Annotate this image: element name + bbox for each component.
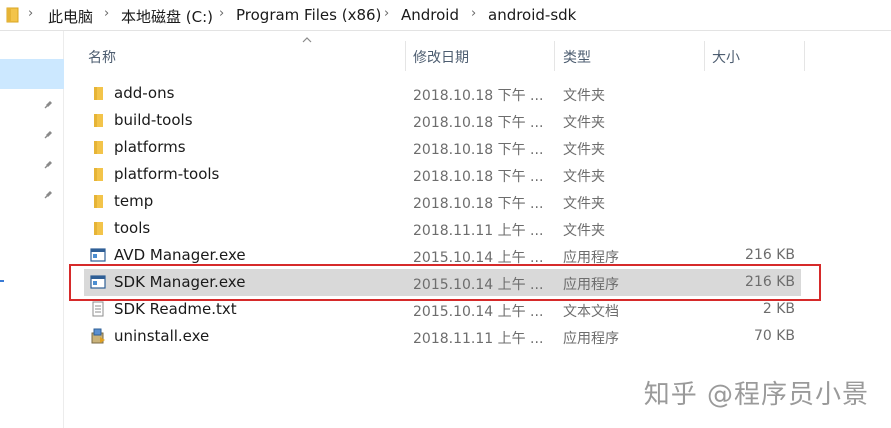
file-name: build-tools <box>114 111 193 129</box>
file-size: 70 KB <box>753 328 795 344</box>
folder-icon <box>94 222 103 235</box>
file-type: 文件夹 <box>563 223 605 239</box>
file-date: 2018.11.11 上午 ... <box>413 331 544 347</box>
file-row-platform-tools[interactable]: platform-tools 2018.10.18 下午 ... 文件夹 <box>84 161 801 188</box>
file-size: 216 KB <box>745 274 795 290</box>
file-name: SDK Readme.txt <box>114 300 237 318</box>
breadcrumb-android-sdk[interactable]: android-sdk <box>488 6 576 24</box>
navigation-pane[interactable] <box>0 31 64 428</box>
chevron-right-icon: › <box>28 6 34 21</box>
breadcrumb-local-disk[interactable]: 本地磁盘 (C:) <box>121 6 213 27</box>
file-date: 2018.10.18 下午 ... <box>413 142 544 158</box>
file-type: 文件夹 <box>563 169 605 185</box>
file-name: add-ons <box>114 84 175 102</box>
column-divider[interactable] <box>704 41 705 71</box>
nav-selected-item[interactable] <box>0 59 64 89</box>
file-name: SDK Manager.exe <box>114 273 246 291</box>
column-divider[interactable] <box>405 41 406 71</box>
file-name: platforms <box>114 138 186 156</box>
column-divider[interactable] <box>804 41 805 71</box>
folder-icon <box>94 114 103 127</box>
file-type: 文件夹 <box>563 115 605 131</box>
chevron-right-icon: › <box>219 6 225 21</box>
pin-icon[interactable] <box>43 128 55 140</box>
file-date: 2018.10.18 下午 ... <box>413 196 544 212</box>
file-date: 2015.10.14 上午 ... <box>413 277 544 293</box>
file-name: AVD Manager.exe <box>114 246 246 264</box>
sort-ascending-icon <box>302 37 312 43</box>
column-header-bar: 名称 修改日期 类型 大小 <box>65 37 805 72</box>
chevron-right-icon: › <box>471 6 477 21</box>
exe-window-icon <box>90 275 106 289</box>
file-row-platforms[interactable]: platforms 2018.10.18 下午 ... 文件夹 <box>84 134 801 161</box>
file-date: 2018.10.18 下午 ... <box>413 88 544 104</box>
folder-icon <box>94 87 103 100</box>
column-header-type[interactable]: 类型 <box>563 47 591 67</box>
file-row-add-ons[interactable]: add-ons 2018.10.18 下午 ... 文件夹 <box>84 80 801 107</box>
chevron-right-icon: › <box>384 6 390 21</box>
breadcrumb-this-pc[interactable]: 此电脑 <box>48 6 93 27</box>
pin-icon[interactable] <box>43 188 55 200</box>
file-row-sdk-readme[interactable]: SDK Readme.txt 2015.10.14 上午 ... 文本文档 2 … <box>84 296 801 323</box>
breadcrumb-android[interactable]: Android <box>401 6 459 24</box>
file-name: uninstall.exe <box>114 327 210 345</box>
file-date: 2018.10.18 下午 ... <box>413 115 544 131</box>
file-name: tools <box>114 219 151 237</box>
file-date: 2015.10.14 上午 ... <box>413 304 544 320</box>
file-type: 应用程序 <box>563 277 619 293</box>
installer-icon <box>91 328 105 344</box>
text-file-icon <box>92 301 104 317</box>
folder-icon <box>6 7 19 23</box>
file-type: 文件夹 <box>563 88 605 104</box>
file-date: 2018.11.11 上午 ... <box>413 223 544 239</box>
file-type: 应用程序 <box>563 331 619 347</box>
file-row-build-tools[interactable]: build-tools 2018.10.18 下午 ... 文件夹 <box>84 107 801 134</box>
column-divider[interactable] <box>554 41 555 71</box>
file-row-tools[interactable]: tools 2018.11.11 上午 ... 文件夹 <box>84 215 801 242</box>
exe-window-icon <box>90 248 106 262</box>
column-header-name[interactable]: 名称 <box>88 47 116 67</box>
pin-icon[interactable] <box>43 98 55 110</box>
file-date: 2018.10.18 下午 ... <box>413 169 544 185</box>
breadcrumb-program-files[interactable]: Program Files (x86) <box>236 6 381 24</box>
file-row-sdk-manager[interactable]: SDK Manager.exe 2015.10.14 上午 ... 应用程序 2… <box>84 269 801 296</box>
column-header-date[interactable]: 修改日期 <box>413 47 469 67</box>
folder-icon <box>94 141 103 154</box>
address-bar[interactable]: › 此电脑 › 本地磁盘 (C:) › Program Files (x86) … <box>0 0 891 31</box>
folder-icon <box>94 168 103 181</box>
file-size: 216 KB <box>745 247 795 263</box>
nav-expand-marker <box>0 280 4 282</box>
column-header-size[interactable]: 大小 <box>712 47 740 67</box>
file-type: 文件夹 <box>563 142 605 158</box>
file-date: 2015.10.14 上午 ... <box>413 250 544 266</box>
file-row-uninstall[interactable]: uninstall.exe 2018.11.11 上午 ... 应用程序 70 … <box>84 323 801 350</box>
file-type: 文本文档 <box>563 304 619 320</box>
pin-icon[interactable] <box>43 158 55 170</box>
file-name: platform-tools <box>114 165 220 183</box>
file-type: 文件夹 <box>563 196 605 212</box>
file-row-avd-manager[interactable]: AVD Manager.exe 2015.10.14 上午 ... 应用程序 2… <box>84 242 801 269</box>
folder-icon <box>94 195 103 208</box>
chevron-right-icon: › <box>104 6 110 21</box>
file-name: temp <box>114 192 154 210</box>
file-row-temp[interactable]: temp 2018.10.18 下午 ... 文件夹 <box>84 188 801 215</box>
file-size: 2 KB <box>762 301 795 317</box>
file-type: 应用程序 <box>563 250 619 266</box>
watermark: 知乎 @程序员小景 <box>643 380 869 410</box>
